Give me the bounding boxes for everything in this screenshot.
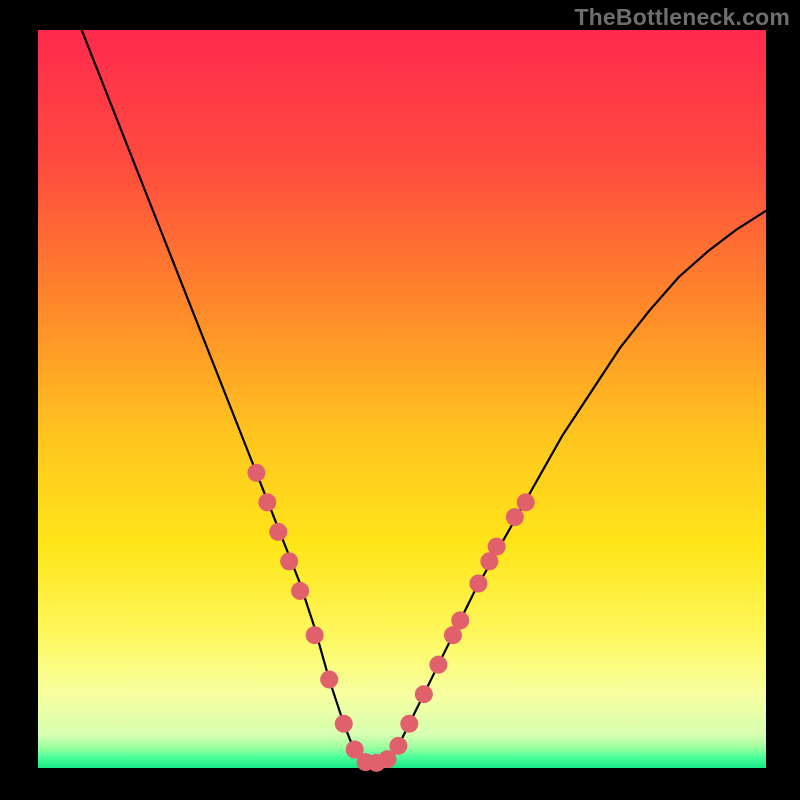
data-marker: [320, 670, 338, 688]
data-marker: [258, 493, 276, 511]
data-marker: [506, 508, 524, 526]
data-marker: [451, 611, 469, 629]
data-marker: [415, 685, 433, 703]
data-marker: [429, 656, 447, 674]
data-marker: [488, 538, 506, 556]
data-marker: [335, 715, 353, 733]
data-marker: [269, 523, 287, 541]
data-marker: [280, 552, 298, 570]
data-marker: [247, 464, 265, 482]
bottleneck-chart: [0, 0, 800, 800]
chart-frame: TheBottleneck.com: [0, 0, 800, 800]
data-marker: [517, 493, 535, 511]
data-marker: [389, 737, 407, 755]
plot-background: [38, 30, 766, 768]
data-marker: [306, 626, 324, 644]
data-marker: [469, 575, 487, 593]
data-marker: [291, 582, 309, 600]
data-marker: [400, 715, 418, 733]
